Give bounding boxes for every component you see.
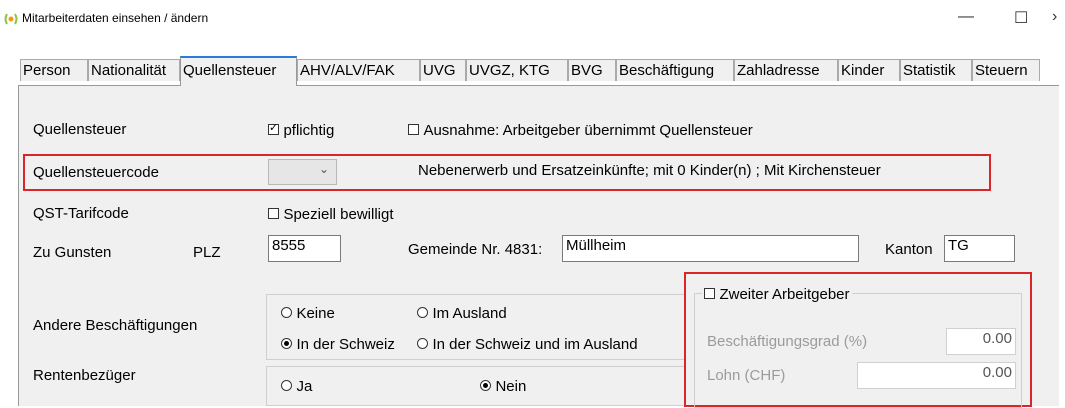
tab-steuern[interactable]: Steuern xyxy=(972,59,1040,81)
radio-ja[interactable]: Ja xyxy=(281,378,312,396)
maximize-button[interactable]: ☐ xyxy=(1014,8,1028,28)
radio-in-der-schweiz-icon[interactable] xyxy=(281,338,292,349)
radio-schweiz-und-ausland[interactable]: In der Schweiz und im Ausland xyxy=(417,336,638,354)
radio-keine-icon[interactable] xyxy=(281,307,292,318)
pflichtig-check-icon[interactable] xyxy=(268,121,279,135)
andere-beschaeftigungen-label: Andere Beschäftigungen xyxy=(33,317,198,334)
plz-label: PLZ xyxy=(193,244,221,261)
tab-statistik[interactable]: Statistik xyxy=(900,59,972,81)
kanton-label: Kanton xyxy=(885,241,933,258)
tab-bvg[interactable]: BVG xyxy=(568,59,616,81)
qst-tarifcode-label: QST-Tarifcode xyxy=(33,205,129,222)
radio-nein-label: Nein xyxy=(495,378,527,395)
quellensteuer-label: Quellensteuer xyxy=(33,121,127,138)
zweiter-arbeitgeber-checkbox[interactable]: Zweiter Arbeitgeber xyxy=(702,286,852,304)
rentenbezueger-group xyxy=(266,366,686,406)
tab-quellensteuer[interactable]: Quellensteuer xyxy=(180,56,297,86)
close-button[interactable]: › xyxy=(1052,8,1057,26)
chevron-down-icon: ⌄ xyxy=(319,162,330,176)
zweiter-arbeitgeber-label: Zweiter Arbeitgeber xyxy=(719,286,850,303)
radio-im-ausland-icon[interactable] xyxy=(417,307,428,318)
quellensteuercode-description: Nebenerwerb und Ersatzeinkünfte; mit 0 K… xyxy=(418,162,881,179)
gemeinde-label: Gemeinde Nr. 4831: xyxy=(408,241,543,258)
speziell-label: Speziell bewilligt xyxy=(283,206,394,223)
pflichtig-checkbox[interactable]: pflichtig xyxy=(268,121,335,140)
lohn-input[interactable]: 0.00 xyxy=(857,362,1016,389)
radio-keine-label: Keine xyxy=(296,305,335,322)
radio-nein[interactable]: Nein xyxy=(480,378,526,396)
ausnahme-label: Ausnahme: Arbeitgeber übernimmt Quellens… xyxy=(423,122,753,139)
tab-beschaeftigung[interactable]: Beschäftigung xyxy=(616,59,734,81)
radio-in-der-schweiz[interactable]: In der Schweiz xyxy=(281,336,395,354)
gemeinde-input[interactable]: Müllheim xyxy=(562,235,859,262)
speziell-check-icon[interactable] xyxy=(268,208,279,219)
speziell-bewilligt-checkbox[interactable]: Speziell bewilligt xyxy=(268,206,394,224)
radio-in-der-schweiz-label: In der Schweiz xyxy=(296,336,395,353)
app-logo-icon xyxy=(4,13,18,25)
radio-nein-icon[interactable] xyxy=(480,380,491,391)
radio-schweiz-und-ausland-label: In der Schweiz und im Ausland xyxy=(432,336,638,353)
zu-gunsten-label: Zu Gunsten xyxy=(33,244,112,261)
tab-kinder[interactable]: Kinder xyxy=(838,59,900,81)
tab-uvgz-ktg[interactable]: UVGZ, KTG xyxy=(466,59,568,81)
tab-nationalitaet[interactable]: Nationalität xyxy=(88,59,180,81)
minimize-button[interactable]: — xyxy=(958,8,974,26)
zweiter-check-icon[interactable] xyxy=(704,288,715,299)
ausnahme-check-icon[interactable] xyxy=(408,124,419,135)
radio-schweiz-und-ausland-icon[interactable] xyxy=(417,338,428,349)
radio-im-ausland-label: Im Ausland xyxy=(432,305,507,322)
lohn-label: Lohn (CHF) xyxy=(707,367,786,384)
rentenbezueger-label: Rentenbezüger xyxy=(33,367,136,384)
radio-ja-icon[interactable] xyxy=(281,380,292,391)
quellensteuercode-label: Quellensteuercode xyxy=(33,164,159,181)
kanton-input[interactable]: TG xyxy=(944,235,1015,262)
plz-input[interactable]: 8555 xyxy=(268,235,341,262)
window-title: Mitarbeiterdaten einsehen / ändern xyxy=(22,11,209,25)
radio-keine[interactable]: Keine xyxy=(281,305,335,323)
beschaeftigungsgrad-input[interactable]: 0.00 xyxy=(946,328,1016,355)
beschaeftigungsgrad-label: Beschäftigungsgrad (%) xyxy=(707,333,868,350)
quellensteuercode-select[interactable]: ⌄ xyxy=(268,159,337,185)
pflichtig-label: pflichtig xyxy=(283,122,335,139)
radio-ja-label: Ja xyxy=(296,378,313,395)
tab-uvg[interactable]: UVG xyxy=(420,59,466,81)
radio-im-ausland[interactable]: Im Ausland xyxy=(417,305,507,323)
tab-person[interactable]: Person xyxy=(20,59,88,81)
tab-ahv-alv-fak[interactable]: AHV/ALV/FAK xyxy=(297,59,420,81)
ausnahme-checkbox[interactable]: Ausnahme: Arbeitgeber übernimmt Quellens… xyxy=(408,122,753,140)
tab-zahladresse[interactable]: Zahladresse xyxy=(734,59,838,81)
